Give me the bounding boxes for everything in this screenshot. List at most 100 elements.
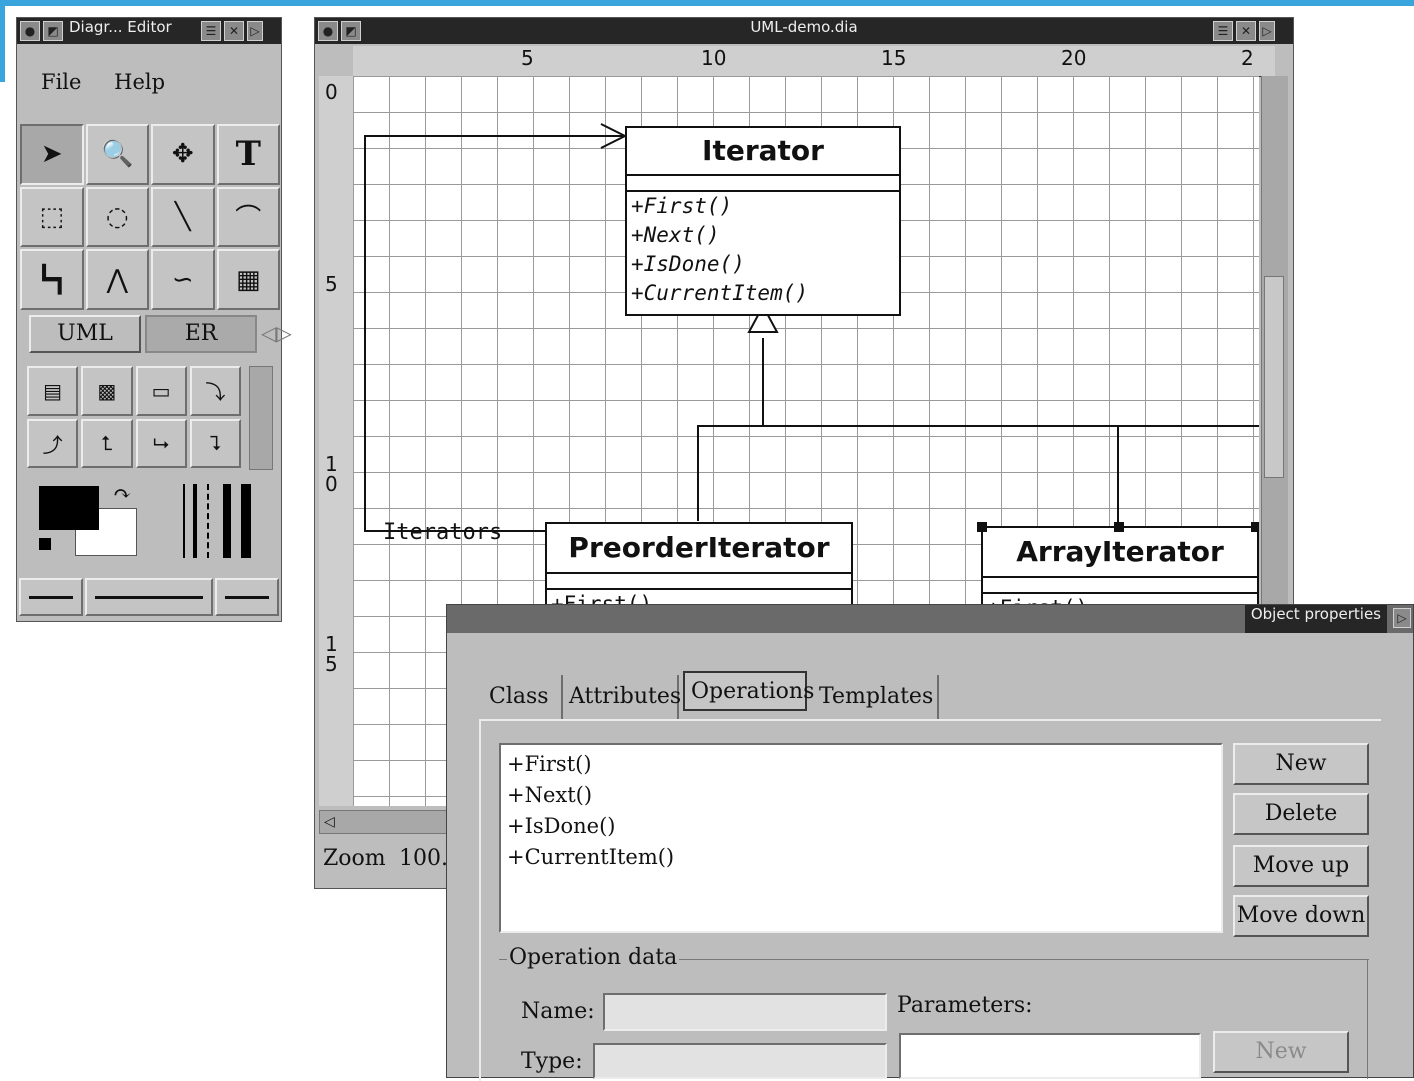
list-item[interactable]: +CurrentItem() [507,842,1215,873]
class-operation: +First() [631,194,733,218]
properties-titlebar[interactable]: Object properties ▷ [447,605,1413,633]
sheet-scroll-icon[interactable]: ◁▷ [261,321,292,345]
toolbox-titlebar[interactable]: ● ◩ Diagr... Editor ☰ ✕ ▷ [17,18,281,44]
menu-file[interactable]: File [41,70,81,94]
image-tool-icon[interactable]: ▦ [216,249,280,310]
class-name: Iterator [627,128,899,176]
class-name: PreorderIterator [547,524,851,574]
scrollbar-thumb[interactable] [1264,276,1284,478]
class-attributes [983,578,1257,594]
diagram-titlebar[interactable]: ● ◩ UML-demo.dia ☰ ✕ ▷ [315,18,1293,44]
realizes-icon[interactable]: ⤴ [27,418,79,468]
parameters-label: Parameters: [897,993,1033,1018]
note-shape-icon[interactable]: ▭ [135,366,187,416]
box-tool-icon[interactable]: ⬚ [20,186,84,248]
zigzag-tool-icon[interactable]: ┗┓ [20,249,84,310]
zoom-label: Zoom [323,846,386,871]
foreground-color-swatch[interactable] [39,486,99,530]
association-line [364,135,625,532]
dependency-icon[interactable]: ⤵ [189,366,241,416]
class-attributes [627,176,899,192]
list-item[interactable]: +Next() [507,780,1215,811]
arrow-right-icon[interactable]: ▷ [247,21,263,41]
selection-handle[interactable] [1114,522,1124,532]
toolbox-title: Diagr... Editor [69,18,172,36]
selection-handle[interactable] [1251,522,1259,532]
tab-class[interactable]: Class [483,675,563,719]
tools-grid: ➤ 🔍 ✥ T ⬚ ◌ ╲ ⌒ ┗┓ ⋀ ∽ ▦ [20,124,280,310]
window-menu-icon[interactable]: ● [20,21,40,41]
menu-help[interactable]: Help [114,70,165,94]
vertical-ruler: 0 5 1 0 1 5 [319,76,354,806]
operation-data-label: Operation data [507,945,680,970]
selection-handle[interactable] [977,522,987,532]
move-tool-icon[interactable]: ✥ [151,124,215,185]
text-tool-icon[interactable]: T [216,124,280,185]
ruler-label: 5 [521,46,534,70]
end-arrow-selector[interactable] [215,578,279,616]
start-arrow-selector[interactable] [19,578,83,616]
ruler-label: 10 [701,46,727,70]
uml-class-iterator[interactable]: Iterator +First() +Next() +IsDone() +Cur… [625,126,901,316]
scroll-left-icon[interactable]: ◁ [320,814,335,830]
close-icon[interactable]: ✕ [1236,21,1256,41]
line-style-selector[interactable] [85,578,213,616]
ruler-label: 15 [881,46,907,70]
accent-bar [0,0,1414,6]
ruler-label: 1 0 [325,452,338,496]
delete-button[interactable]: Delete [1233,793,1369,835]
parameter-new-button[interactable]: New [1213,1031,1349,1073]
menubar: File Help [41,70,191,94]
horizontal-scrollbar[interactable]: ◁ [319,810,451,834]
ruler-label: 2 [1241,46,1254,70]
class-operation: +CurrentItem() [631,281,809,305]
move-up-button[interactable]: Move up [1233,845,1369,887]
uml-shapes-grid: ▤ ▩ ▭ ⤵ ⤴ ⮤ ⮡ ⮧ [27,366,241,468]
swap-colors-icon[interactable]: ↷ [113,482,131,507]
list-item[interactable]: +IsDone() [507,811,1215,842]
type-label: Type: [521,1049,583,1074]
maximize-icon[interactable]: ☰ [201,21,221,41]
line-width-selector[interactable] [183,484,261,558]
arrow-right-icon[interactable]: ▷ [1259,21,1275,41]
type-field[interactable] [593,1043,887,1079]
ellipse-tool-icon[interactable]: ◌ [85,186,149,248]
sheet-scrollbar[interactable] [249,366,273,470]
move-down-button[interactable]: Move down [1233,895,1369,937]
association-icon[interactable]: ⮡ [135,418,187,468]
default-colors-icon[interactable] [39,538,51,550]
diagram-title: UML-demo.dia [750,18,858,36]
arc-tool-icon[interactable]: ⌒ [216,186,280,248]
sheet-tab-uml[interactable]: UML [29,315,141,353]
association-label: Iterators [383,520,503,545]
object-properties-dialog: Object properties ▷ Class Attributes Ope… [446,604,1414,1081]
bezier-tool-icon[interactable]: ∽ [151,249,215,310]
pointer-tool-icon[interactable]: ➤ [20,124,84,185]
class-shape-icon[interactable]: ▤ [27,366,79,416]
tab-templates[interactable]: Templates [813,675,939,719]
new-button[interactable]: New [1233,743,1369,785]
name-field[interactable] [603,993,887,1031]
operations-list[interactable]: +First() +Next() +IsDone() +CurrentItem(… [499,743,1223,933]
tab-attributes[interactable]: Attributes [563,675,681,719]
name-label: Name: [521,999,595,1024]
ruler-label: 1 5 [325,632,338,676]
generalization-icon[interactable]: ⮤ [81,418,133,468]
polyline-tool-icon[interactable]: ⋀ [85,249,149,310]
toolbox-window: ● ◩ Diagr... Editor ☰ ✕ ▷ File Help ➤ 🔍 … [16,17,292,622]
properties-title: Object properties [1244,605,1387,633]
arrow-right-icon[interactable]: ▷ [1393,608,1411,628]
class-name: ArrayIterator [983,528,1257,578]
sheet-tab-er[interactable]: ER [145,315,257,353]
shade-icon[interactable]: ◩ [43,21,63,41]
maximize-icon[interactable]: ☰ [1213,21,1233,41]
implements-icon[interactable]: ⮧ [189,418,241,468]
template-class-icon[interactable]: ▩ [81,366,133,416]
list-item[interactable]: +First() [507,749,1215,780]
close-icon[interactable]: ✕ [224,21,244,41]
line-tool-icon[interactable]: ╲ [151,186,215,248]
tab-operations[interactable]: Operations [683,671,814,711]
parameters-list[interactable] [899,1033,1201,1079]
ruler-label: 0 [325,80,338,104]
magnify-tool-icon[interactable]: 🔍 [85,124,149,185]
